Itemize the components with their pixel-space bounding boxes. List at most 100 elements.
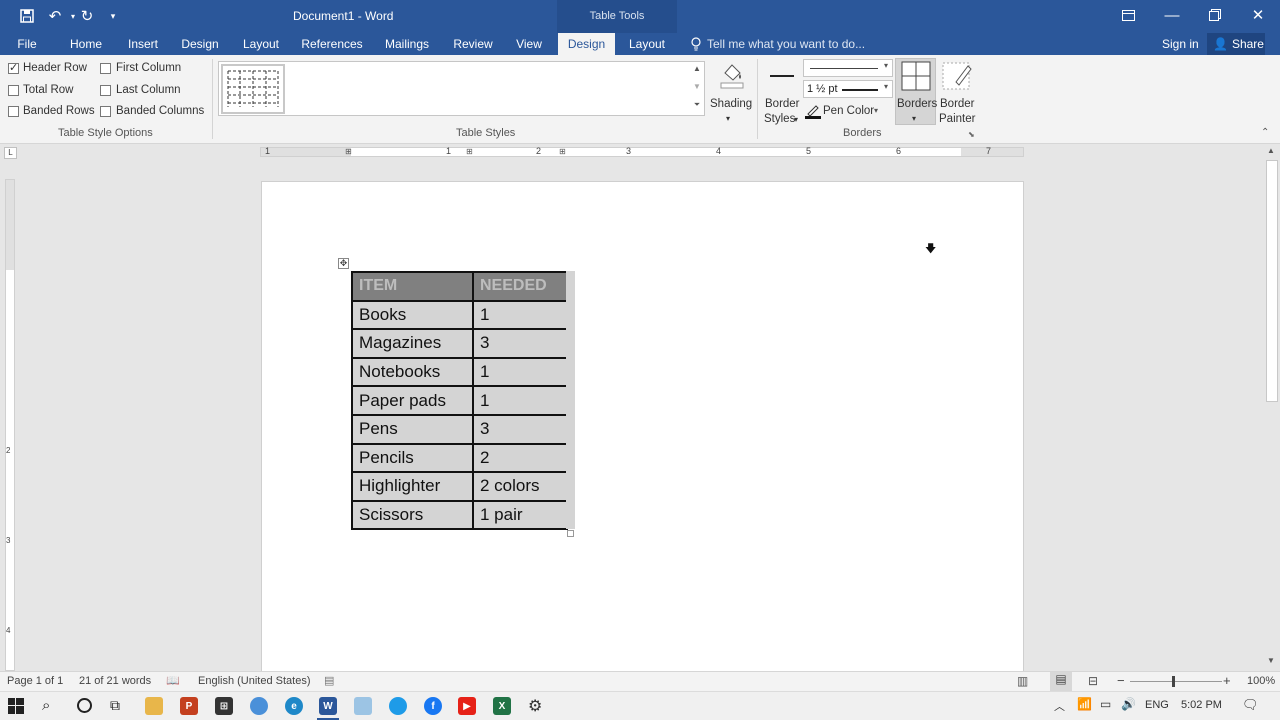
windows-start-icon[interactable] xyxy=(8,698,24,717)
scroll-up-icon[interactable]: ▲ xyxy=(1267,146,1275,155)
tab-table-design[interactable]: Design xyxy=(558,33,615,55)
share-button[interactable]: 👤 Share xyxy=(1207,33,1265,55)
table-header-cell[interactable]: ITEM xyxy=(351,271,474,302)
border-styles-button[interactable]: Border Styles ▾ xyxy=(762,59,802,125)
table-cell[interactable]: Paper pads xyxy=(351,385,474,416)
customize-qat-icon[interactable]: ▾ xyxy=(102,6,124,26)
restore-icon[interactable] xyxy=(1193,0,1237,30)
tab-selector-icon[interactable]: L xyxy=(4,147,17,159)
ribbon-display-options-icon[interactable] xyxy=(1106,0,1150,30)
save-icon[interactable] xyxy=(16,6,38,26)
minimize-icon[interactable]: — xyxy=(1150,0,1194,30)
excel-icon[interactable]: X xyxy=(493,697,511,715)
line-weight-select[interactable]: 1 ½ pt ▾ xyxy=(803,80,893,98)
close-icon[interactable]: ✕ xyxy=(1236,0,1280,30)
table-style-thumbnail-grid[interactable] xyxy=(221,64,285,114)
tab-layout[interactable]: Layout xyxy=(236,33,286,55)
table-header-cell[interactable]: NEEDED xyxy=(472,271,568,302)
file-explorer-icon[interactable] xyxy=(145,697,163,715)
table-cell[interactable]: Pencils xyxy=(351,442,474,474)
table-move-handle-icon[interactable]: ✥ xyxy=(338,258,349,269)
zoom-level[interactable]: 100% xyxy=(1247,675,1275,687)
word-count[interactable]: 21 of 21 words xyxy=(79,675,151,687)
tab-review[interactable]: Review xyxy=(448,33,498,55)
table-cell[interactable]: 1 pair xyxy=(472,499,568,531)
tab-insert[interactable]: Insert xyxy=(120,33,166,55)
zoom-out-icon[interactable]: − xyxy=(1117,673,1125,688)
header-row-checkbox[interactable]: ✓ xyxy=(8,62,19,74)
gallery-scroll-up-icon[interactable]: ▲ xyxy=(691,64,703,79)
language[interactable]: English (United States) xyxy=(198,675,311,687)
table-cell[interactable]: Notebooks xyxy=(351,356,474,388)
zoom-in-icon[interactable]: + xyxy=(1223,673,1231,688)
tab-design[interactable]: Design xyxy=(176,33,224,55)
table-cell[interactable]: 1 xyxy=(472,385,568,416)
facebook-icon[interactable]: f xyxy=(424,697,442,715)
column-marker-icon[interactable]: ⊞ xyxy=(466,147,473,156)
table-cell[interactable]: 1 xyxy=(472,299,568,331)
column-marker-icon[interactable]: ⊞ xyxy=(345,147,352,156)
tab-home[interactable]: Home xyxy=(62,33,110,55)
edge-icon[interactable]: e xyxy=(285,697,303,715)
chrome-icon[interactable] xyxy=(250,697,268,715)
table-cell[interactable]: Highlighter xyxy=(351,471,474,502)
chevron-up-icon[interactable]: ︿ xyxy=(1054,698,1065,714)
gallery-more-icon[interactable]: ⏷ xyxy=(691,100,703,115)
shading-button[interactable]: Shading ▾ xyxy=(708,59,754,125)
wifi-icon[interactable]: 📶 xyxy=(1077,697,1092,711)
battery-icon[interactable]: ▭ xyxy=(1100,697,1111,711)
total-row-checkbox[interactable] xyxy=(8,85,19,96)
task-view-icon[interactable]: ⧉ xyxy=(110,697,120,714)
pen-color-button[interactable]: Pen Color ▾ xyxy=(805,104,895,120)
youtube-icon[interactable]: ▶ xyxy=(458,697,476,715)
cortana-icon[interactable] xyxy=(77,698,92,713)
tab-file[interactable]: File xyxy=(8,33,46,55)
search-icon[interactable]: ⌕ xyxy=(42,697,50,714)
clock[interactable]: 5:02 PM xyxy=(1181,699,1222,711)
table-cell[interactable]: 1 xyxy=(472,356,568,388)
horizontal-ruler[interactable]: 1 1 2 3 4 5 6 7 ⊞ ⊞ ⊞ xyxy=(260,146,1024,157)
tab-references[interactable]: References xyxy=(298,33,366,55)
macro-recording-icon[interactable]: ▤ xyxy=(324,674,334,687)
column-marker-icon[interactable]: ⊞ xyxy=(559,147,566,156)
collapse-ribbon-icon[interactable]: ⌃ xyxy=(1261,127,1269,138)
table-cell[interactable]: Scissors xyxy=(351,499,474,531)
scroll-down-icon[interactable]: ▼ xyxy=(1267,656,1275,665)
table-cell[interactable]: Pens xyxy=(351,413,474,445)
powerpoint-icon[interactable]: P xyxy=(180,697,198,715)
zoom-slider-track[interactable] xyxy=(1130,681,1222,682)
scroll-thumb[interactable] xyxy=(1266,160,1278,402)
language-indicator[interactable]: ENG xyxy=(1145,699,1169,711)
redo-icon[interactable]: ↻ xyxy=(76,6,98,26)
banded-columns-checkbox[interactable] xyxy=(100,106,111,117)
borders-dialog-launcher-icon[interactable]: ⬊ xyxy=(968,130,975,139)
line-style-select[interactable]: ▾ xyxy=(803,59,893,77)
action-center-icon[interactable]: 🗨 xyxy=(1242,697,1259,713)
tab-mailings[interactable]: Mailings xyxy=(378,33,436,55)
table-cell[interactable]: Books xyxy=(351,299,474,331)
sign-in-link[interactable]: Sign in xyxy=(1162,37,1199,51)
word-icon[interactable]: W xyxy=(319,697,337,715)
table-cell[interactable]: 2 xyxy=(472,442,568,474)
tell-me-input[interactable]: Tell me what you want to do... xyxy=(707,37,865,51)
read-mode-icon[interactable]: ▥ xyxy=(1017,674,1028,688)
gallery-scroll-down-icon[interactable]: ▼ xyxy=(691,82,703,97)
tab-table-layout[interactable]: Layout xyxy=(620,33,674,55)
table-resize-handle-icon[interactable] xyxy=(567,530,574,537)
store-icon[interactable]: ⊞ xyxy=(215,697,233,715)
settings-gear-icon[interactable]: ⚙ xyxy=(528,696,542,716)
app-icon[interactable] xyxy=(389,697,407,715)
table-cell[interactable]: Magazines xyxy=(351,328,474,359)
table-cell[interactable]: 3 xyxy=(472,328,568,359)
web-layout-icon[interactable]: ⊟ xyxy=(1088,674,1098,688)
first-column-checkbox[interactable] xyxy=(100,63,111,74)
vertical-scrollbar[interactable]: ▲ ▼ xyxy=(1264,144,1280,671)
border-painter-button[interactable]: Border Painter xyxy=(938,59,978,125)
zoom-slider-thumb[interactable] xyxy=(1172,676,1175,687)
document-table[interactable]: ITEM NEEDED Books 1 Magazines 3 Notebooks 1… xyxy=(351,271,568,531)
table-cell[interactable]: 2 colors xyxy=(472,471,568,502)
app-icon[interactable] xyxy=(354,697,372,715)
last-column-checkbox[interactable] xyxy=(100,85,111,96)
banded-rows-checkbox[interactable] xyxy=(8,106,19,117)
vertical-ruler[interactable]: 2 3 4 xyxy=(5,179,15,671)
